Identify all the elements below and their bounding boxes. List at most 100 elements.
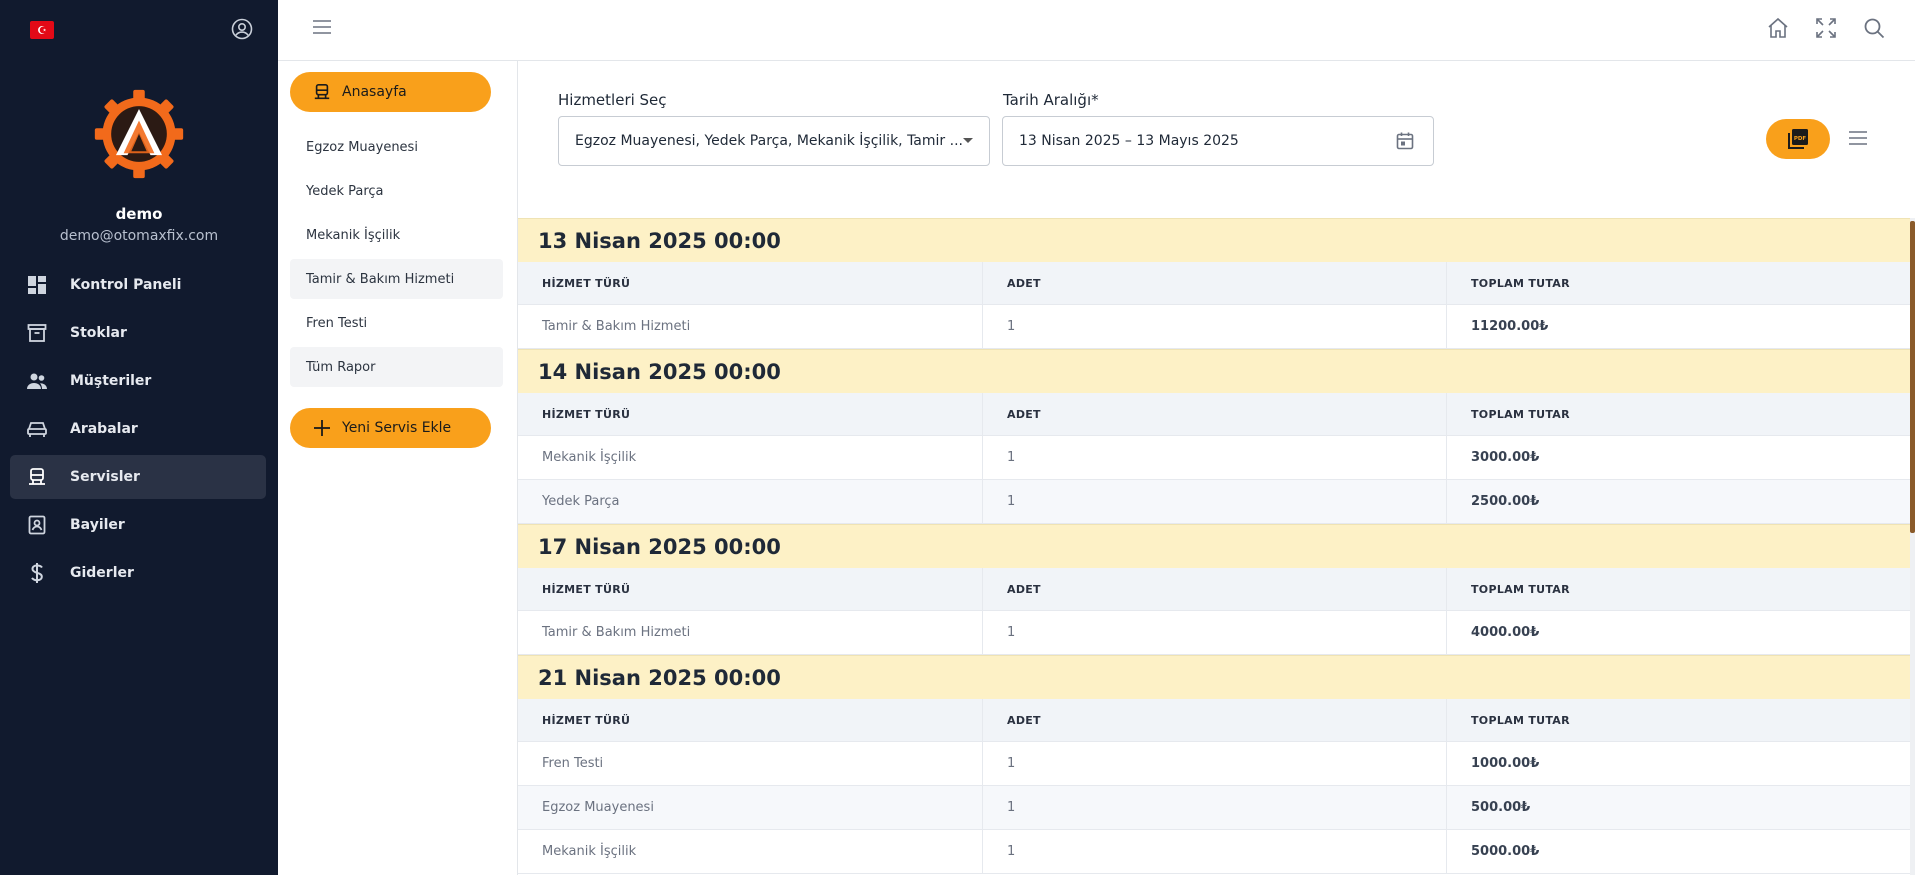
pdf-export-button[interactable]: PDF [1766, 119, 1830, 159]
home-icon[interactable] [1766, 16, 1790, 40]
column-header-quantity: ADET [983, 393, 1447, 435]
search-icon[interactable] [1862, 16, 1886, 40]
quantity-cell: 1 [983, 786, 1447, 829]
service-cell: Mekanik İşçilik [518, 830, 983, 873]
quantity-cell: 1 [983, 742, 1447, 785]
service-list: Egzoz Muayenesi Yedek Parça Mekanik İşçi… [290, 127, 503, 391]
nav-item-servisler[interactable]: Servisler [10, 455, 266, 499]
add-service-button[interactable]: Yeni Servis Ekle [290, 408, 491, 448]
fullscreen-icon[interactable] [1814, 16, 1838, 40]
submenu-item-label: Egzoz Muayenesi [306, 139, 418, 155]
column-header-service: HİZMET TÜRÜ [518, 262, 983, 304]
date-group-header: 13 Nisan 2025 00:00 [518, 218, 1910, 262]
pdf-icon: PDF [1788, 129, 1808, 149]
table-row: Mekanik İşçilik 1 5000.00₺ [518, 830, 1910, 874]
nav-item-giderler[interactable]: Giderler [10, 551, 266, 595]
submenu-item-tum-rapor[interactable]: Tüm Rapor [290, 347, 503, 387]
nav-item-arabalar[interactable]: Arabalar [10, 407, 266, 451]
chevron-down-icon [963, 138, 973, 143]
service-submenu: Anasayfa Egzoz Muayenesi Yedek Parça Mek… [278, 61, 518, 875]
quantity-cell: 1 [983, 830, 1447, 873]
quantity-cell: 1 [983, 480, 1447, 523]
submenu-item-yedek-parca[interactable]: Yedek Parça [290, 171, 503, 211]
users-icon [26, 370, 48, 392]
submenu-item-mekanik-iscilik[interactable]: Mekanik İşçilik [290, 215, 503, 255]
date-range-field[interactable]: 13 Nisan 2025 – 13 Mayıs 2025 [1002, 116, 1434, 166]
submenu-item-egzoz-muayenesi[interactable]: Egzoz Muayenesi [290, 127, 503, 167]
column-header-service: HİZMET TÜRÜ [518, 393, 983, 435]
scrollbar-thumb[interactable] [1910, 221, 1915, 533]
services-select[interactable]: Egzoz Muayenesi, Yedek Parça, Mekanik İş… [558, 116, 990, 166]
brand-logo [94, 89, 184, 179]
nav-item-kontrol-paneli[interactable]: Kontrol Paneli [10, 263, 266, 307]
total-cell: 500.00₺ [1471, 800, 1531, 815]
nav-item-label: Müşteriler [70, 373, 152, 389]
nav-item-label: Giderler [70, 565, 134, 581]
table-header-row: HİZMET TÜRÜ ADET TOPLAM TUTAR [518, 393, 1910, 436]
nav-item-label: Kontrol Paneli [70, 277, 182, 293]
service-cell: Tamir & Bakım Hizmeti [518, 305, 983, 348]
column-header-service: HİZMET TÜRÜ [518, 568, 983, 610]
car-icon [26, 418, 48, 440]
report-table: 13 Nisan 2025 00:00 HİZMET TÜRÜ ADET TOP… [518, 218, 1910, 874]
column-header-total: TOPLAM TUTAR [1471, 582, 1570, 596]
quantity-cell: 1 [983, 305, 1447, 348]
calendar-icon[interactable] [1395, 131, 1415, 151]
service-cell: Egzoz Muayenesi [518, 786, 983, 829]
service-icon [26, 466, 48, 488]
user-email: demo@otomaxfix.com [59, 228, 219, 244]
archive-icon [26, 322, 48, 344]
more-menu-icon[interactable] [1848, 130, 1868, 146]
svg-text:PDF: PDF [1794, 136, 1807, 142]
submenu-item-fren-testi[interactable]: Fren Testi [290, 303, 503, 343]
column-header-total: TOPLAM TUTAR [1471, 713, 1570, 727]
plus-icon [312, 418, 332, 438]
service-cell: Mekanik İşçilik [518, 436, 983, 479]
date-range-label: Tarih Aralığı* [1003, 91, 1099, 109]
sidebar: ☪ demo demo@otomaxfix.com Kontrol Paneli [0, 0, 278, 875]
column-header-quantity: ADET [983, 262, 1447, 304]
table-row: Mekanik İşçilik 1 3000.00₺ [518, 436, 1910, 480]
column-header-service: HİZMET TÜRÜ [518, 699, 983, 741]
table-row: Egzoz Muayenesi 1 500.00₺ [518, 786, 1910, 830]
services-label: Hizmetleri Seç [558, 91, 667, 109]
column-header-total: TOPLAM TUTAR [1471, 276, 1570, 290]
column-header-total: TOPLAM TUTAR [1471, 407, 1570, 421]
date-group-header: 14 Nisan 2025 00:00 [518, 349, 1910, 393]
column-header-quantity: ADET [983, 568, 1447, 610]
main-nav: Kontrol Paneli Stoklar Müşteriler Arabal… [10, 263, 266, 599]
total-cell: 3000.00₺ [1471, 450, 1540, 465]
table-header-row: HİZMET TÜRÜ ADET TOPLAM TUTAR [518, 699, 1910, 742]
user-name: demo [115, 205, 163, 223]
submenu-item-label: Tamir & Bakım Hizmeti [306, 271, 455, 287]
report-main: Hizmetleri Seç Egzoz Muayenesi, Yedek Pa… [518, 61, 1915, 875]
nav-item-label: Bayiler [70, 517, 125, 533]
dollar-icon [26, 562, 48, 584]
home-button-label: Anasayfa [342, 84, 407, 100]
nav-item-stoklar[interactable]: Stoklar [10, 311, 266, 355]
nav-item-label: Servisler [70, 469, 140, 485]
submenu-item-label: Tüm Rapor [306, 359, 376, 375]
table-header-row: HİZMET TÜRÜ ADET TOPLAM TUTAR [518, 262, 1910, 305]
total-cell: 5000.00₺ [1471, 844, 1540, 859]
submenu-item-tamir-bakim[interactable]: Tamir & Bakım Hizmeti [290, 259, 503, 299]
add-service-label: Yeni Servis Ekle [342, 420, 452, 436]
nav-item-label: Stoklar [70, 325, 127, 341]
language-flag-button[interactable]: ☪ [30, 21, 54, 39]
total-cell: 11200.00₺ [1471, 319, 1549, 334]
date-group-header: 17 Nisan 2025 00:00 [518, 524, 1910, 568]
total-cell: 4000.00₺ [1471, 625, 1540, 640]
home-button[interactable]: Anasayfa [290, 72, 491, 112]
account-circle-icon[interactable] [230, 17, 254, 41]
crescent-star-icon: ☪ [37, 23, 47, 37]
menu-toggle-icon[interactable] [312, 19, 332, 35]
nav-item-musteriler[interactable]: Müşteriler [10, 359, 266, 403]
quantity-cell: 1 [983, 436, 1447, 479]
table-row: Fren Testi 1 1000.00₺ [518, 742, 1910, 786]
nav-item-label: Arabalar [70, 421, 138, 437]
total-cell: 2500.00₺ [1471, 494, 1540, 509]
date-range-value: 13 Nisan 2025 – 13 Mayıs 2025 [1019, 133, 1239, 149]
services-select-value: Egzoz Muayenesi, Yedek Parça, Mekanik İş… [575, 133, 963, 149]
submenu-item-label: Yedek Parça [306, 183, 384, 199]
nav-item-bayiler[interactable]: Bayiler [10, 503, 266, 547]
